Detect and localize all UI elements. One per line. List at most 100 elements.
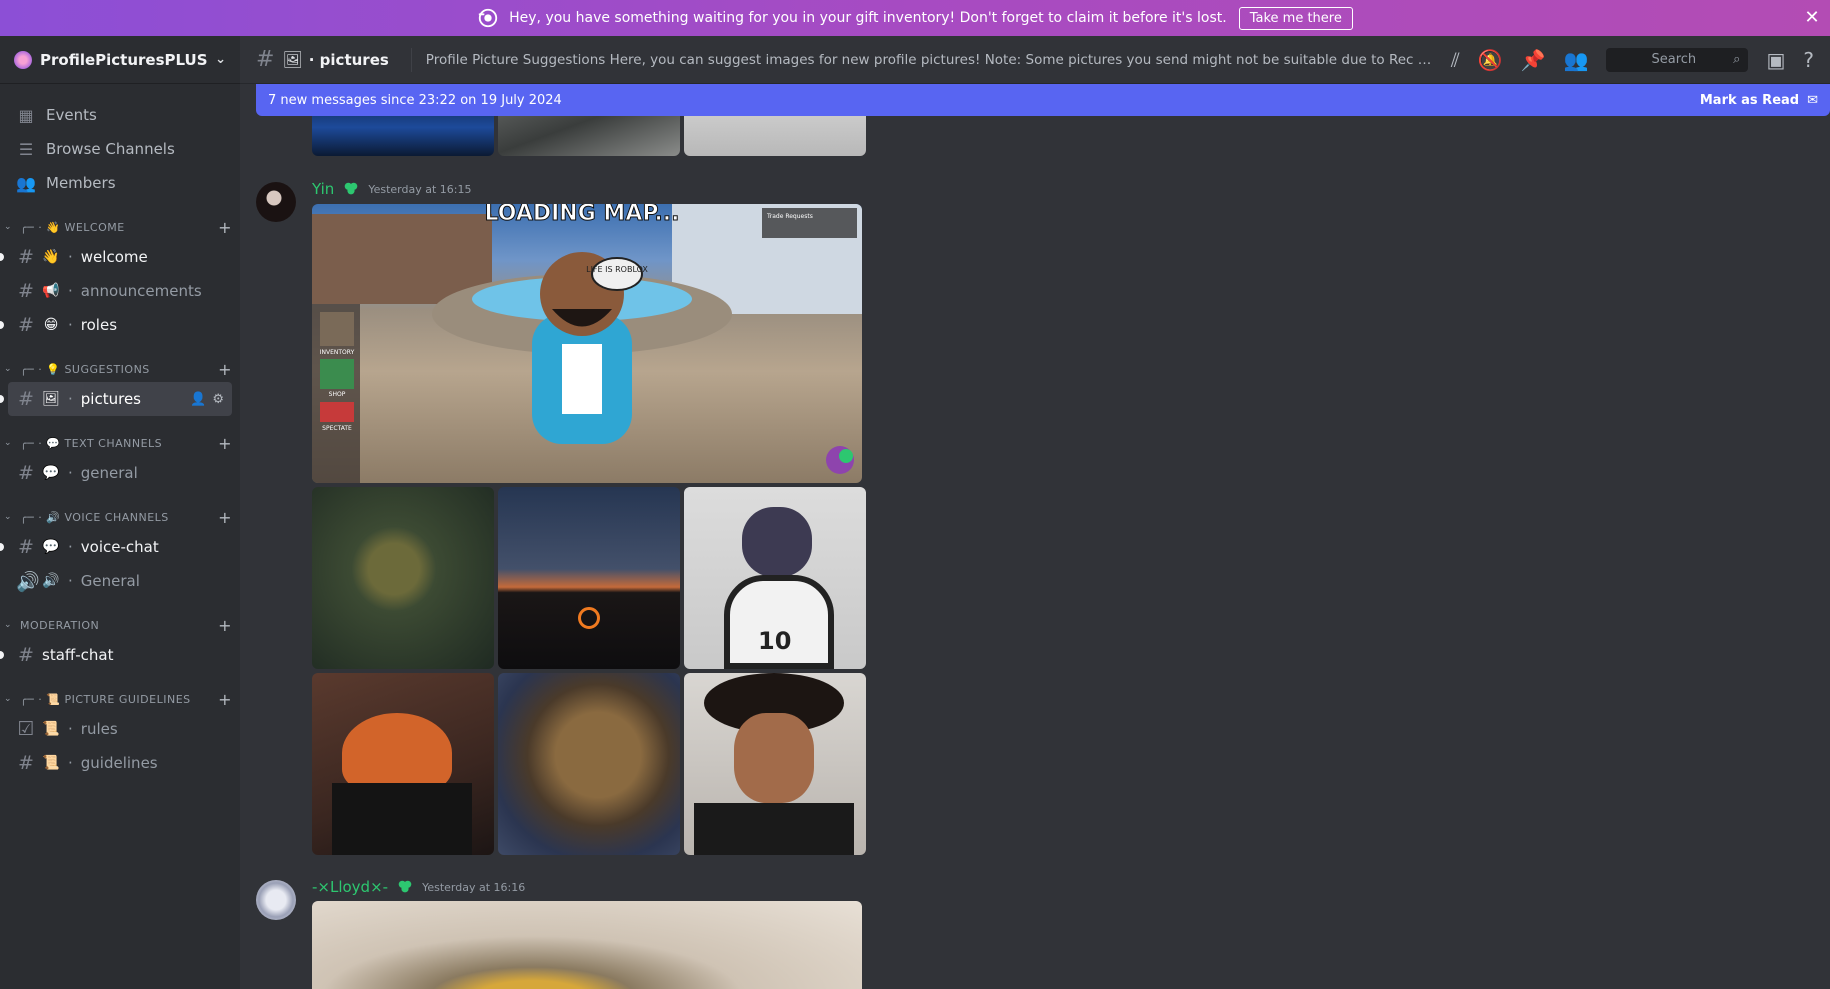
message-author[interactable]: Yin [312,180,334,198]
nav-events-label: Events [46,106,97,124]
hash-icon: # [18,246,34,268]
mute-bell-icon[interactable]: 🔕 [1478,48,1503,72]
hash-icon: # [18,752,34,774]
channel-label: voice-chat [80,538,159,556]
category-label: ╭─ · 💡 SUGGESTIONS [20,362,150,376]
category-moderation[interactable]: ⌄ MODERATION + [0,612,240,638]
banner-text: Hey, you have something waiting for you … [509,10,1227,26]
message-timestamp: Yesterday at 16:15 [368,182,472,196]
channel-general[interactable]: # 💬 · general [8,456,232,490]
message-author[interactable]: -×Lloyd×- [312,878,388,896]
inbox-icon[interactable]: ▣ [1766,48,1785,72]
calendar-icon: ▦ [18,105,34,125]
chevron-down-icon: ⌄ [215,52,226,67]
scroll-icon: 📜 [42,721,60,737]
image-attachment[interactable] [312,901,862,989]
megaphone-icon: 📢 [42,283,60,299]
mark-as-read-button[interactable]: Mark as Read ✉ [1700,93,1818,108]
loading-text: LOADING MAP... [484,204,679,226]
add-channel-icon[interactable]: + [218,434,232,453]
category-label: ╭─ · 👋 WELCOME [20,220,125,234]
help-icon[interactable]: ? [1803,48,1814,72]
category-picture-guidelines[interactable]: ⌄ ╭─ · 📜 PICTURE GUIDELINES + [0,686,240,712]
category-suggestions[interactable]: ⌄ ╭─ · 💡 SUGGESTIONS + [0,356,240,382]
channel-roles[interactable]: # 😁 · roles [0,308,232,342]
category-voice-channels[interactable]: ⌄ ╭─ · 🔊 VOICE CHANNELS + [0,504,240,530]
image-attachment[interactable] [498,673,680,855]
member-list-icon[interactable]: 👥 [1564,48,1589,72]
message-list: Yin Yesterday at 16:15 LIFE IS ROBLOX LO… [240,84,1830,989]
nav-browse-channels[interactable]: ☰ Browse Channels [0,132,240,166]
gear-icon[interactable]: ⚙ [212,392,224,407]
channel-general-voice[interactable]: 🔊 🔊 · General [8,564,232,598]
category-welcome[interactable]: ⌄ ╭─ · 👋 WELCOME + [0,214,240,240]
channel-voice-chat[interactable]: # 💬 · voice-chat [0,530,232,564]
add-channel-icon[interactable]: + [218,360,232,379]
new-messages-bar[interactable]: 7 new messages since 23:22 on 19 July 20… [256,84,1830,116]
image-attachment[interactable]: 10 [684,487,866,669]
channel-topic[interactable]: Profile Picture Suggestions Here, you ca… [426,52,1436,68]
add-channel-icon[interactable]: + [218,508,232,527]
speech-bubble-icon: 💬 [42,465,60,481]
framed-picture-icon: 🖼 [42,391,60,407]
guild-icon [14,50,32,69]
chevron-down-icon: ⌄ [4,364,13,374]
nav-members[interactable]: 👥 Members [0,166,240,200]
channel-label: pictures [80,390,141,408]
hash-icon: # [256,47,275,72]
channel-label: general [80,464,138,482]
add-channel-icon[interactable]: + [218,690,232,709]
search-placeholder: Search [1651,52,1697,67]
jersey-number: 10 [758,627,792,655]
category-label: ╭─ · 💬 TEXT CHANNELS [20,436,163,450]
guild-name: ProfilePicturesPLUS [40,50,208,69]
mark-as-read-label: Mark as Read [1699,92,1800,108]
channel-welcome[interactable]: # 👋 · welcome [0,240,232,274]
channel-guidelines[interactable]: # 📜 · guidelines [8,746,232,780]
avatar[interactable] [256,880,296,920]
category-text-channels[interactable]: ⌄ ╭─ · 💬 TEXT CHANNELS + [0,430,240,456]
game-scene: LIFE IS ROBLOX LOADING MAP... Trade Requ… [312,204,862,483]
image-attachment[interactable] [312,673,494,855]
shop-text: SHOP [329,391,346,398]
take-me-there-button[interactable]: Take me there [1238,6,1353,30]
channel-rules[interactable]: ☑ 📜 · rules [8,712,232,746]
guild-header[interactable]: ProfilePicturesPLUS ⌄ [0,36,240,84]
channel-header: # 🖼 · pictures Profile Picture Suggestio… [240,36,1830,84]
browse-icon: ☰ [18,139,34,159]
speech-bubble-icon: 💬 [42,539,60,555]
image-attachment[interactable] [498,487,680,669]
avatar[interactable] [256,182,296,222]
search-input[interactable]: Search ⌕ [1606,47,1749,72]
framed-picture-icon: 🖼 [282,50,303,69]
hash-icon: # [18,280,34,302]
hash-icon: # [18,462,34,484]
channel-label: guidelines [80,754,158,772]
threads-icon[interactable]: ⫽ [1451,48,1460,72]
spectate-text: SPECTATE [322,425,352,432]
nav-members-label: Members [46,174,116,192]
channel-staff-chat[interactable]: # staff-chat [0,638,232,672]
image-attachment[interactable] [684,673,866,855]
nav-browse-label: Browse Channels [46,140,175,158]
hash-icon: # [18,536,34,558]
nav-events[interactable]: ▦ Events [0,98,240,132]
add-channel-icon[interactable]: + [218,218,232,237]
pin-icon[interactable]: 📌 [1521,48,1546,72]
scroll-icon: 📜 [42,755,60,771]
channel-pictures[interactable]: # 🖼 · pictures 👤 ⚙ [0,382,232,416]
close-banner-icon[interactable]: ✕ [1802,8,1822,28]
category-label: ╭─ · 🔊 VOICE CHANNELS [20,510,169,524]
add-channel-icon[interactable]: + [218,616,232,635]
rules-check-icon: ☑ [17,718,35,740]
speech-bubble-text: LIFE IS ROBLOX [586,265,648,274]
channel-announcements[interactable]: # 📢 · announcements [8,274,232,308]
chevron-down-icon: ⌄ [4,620,13,630]
image-attachment[interactable] [312,487,494,669]
hash-icon: # [18,314,34,336]
invite-icon[interactable]: 👤 [190,392,206,407]
gift-banner: Hey, you have something waiting for you … [0,0,1830,36]
channel-label: roles [80,316,118,334]
image-attachment[interactable]: LIFE IS ROBLOX LOADING MAP... Trade Requ… [312,204,862,483]
category-label: ╭─ · 📜 PICTURE GUIDELINES [20,692,191,706]
